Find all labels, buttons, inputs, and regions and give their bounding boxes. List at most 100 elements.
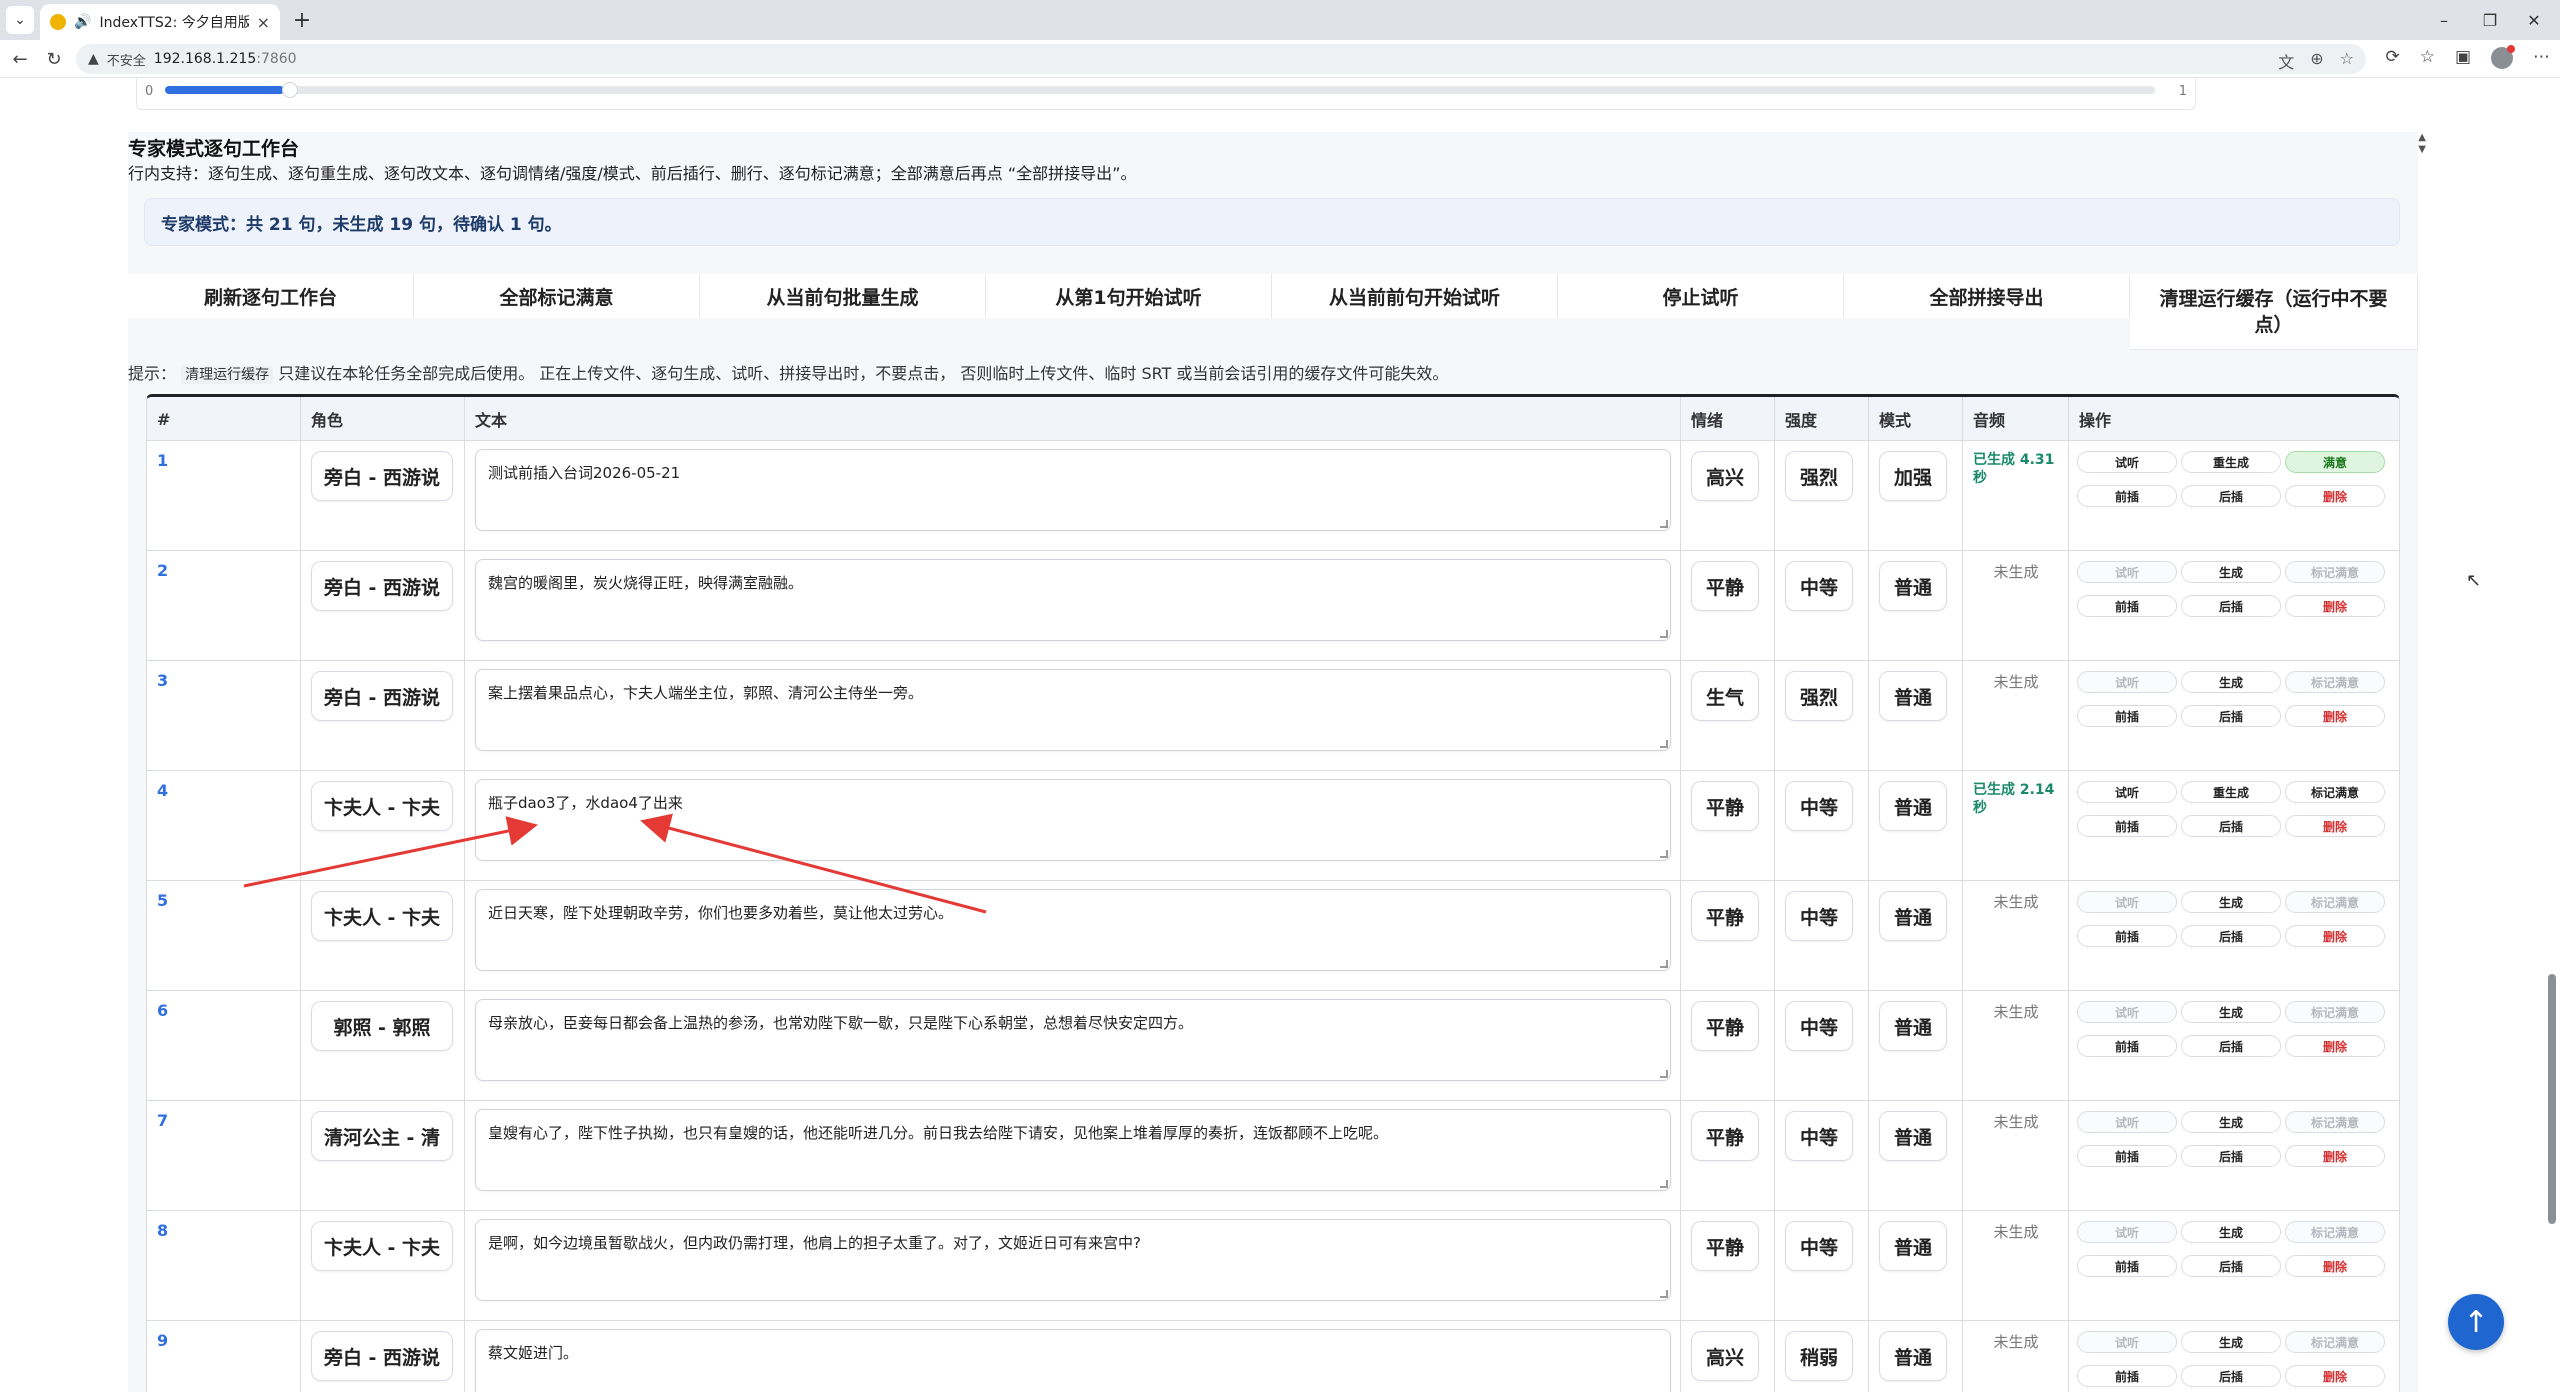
insert-before-button[interactable]: 前插 <box>2077 595 2177 617</box>
more-menu-icon[interactable]: ⋯ <box>2533 47 2550 69</box>
role-selector[interactable]: 旁白 - 西游说 <box>311 561 453 611</box>
delete-button[interactable]: 删除 <box>2285 815 2385 837</box>
emotion-selector[interactable]: 平静 <box>1691 1221 1759 1271</box>
generate-button[interactable]: 生成 <box>2181 1221 2281 1243</box>
delete-button[interactable]: 删除 <box>2285 595 2385 617</box>
preview-button[interactable]: 试听 <box>2077 1331 2177 1353</box>
delete-button[interactable]: 删除 <box>2285 1365 2385 1387</box>
sentence-textarea[interactable]: 魏宫的暖阁里，炭火烧得正旺，映得满室融融。 <box>475 559 1671 641</box>
sentence-textarea[interactable]: 是啊，如今边境虽暂歇战火，但内政仍需打理，他肩上的担子太重了。对了，文姬近日可有… <box>475 1219 1671 1301</box>
insert-after-button[interactable]: 后插 <box>2181 925 2281 947</box>
intensity-selector[interactable]: 强烈 <box>1785 671 1853 721</box>
panel-scroll-arrows-icon[interactable]: ▲ ▼ <box>2418 132 2426 156</box>
progress-track[interactable] <box>165 82 2155 98</box>
close-tab-icon[interactable]: × <box>257 13 270 32</box>
insert-before-button[interactable]: 前插 <box>2077 1255 2177 1277</box>
preview-from-current-button[interactable]: 从当前前句开始试听 <box>1272 274 1558 318</box>
mode-selector[interactable]: 普通 <box>1879 781 1947 831</box>
role-selector[interactable]: 卞夫人 - 卞夫 <box>311 781 453 831</box>
insert-before-button[interactable]: 前插 <box>2077 815 2177 837</box>
emotion-selector[interactable]: 平静 <box>1691 781 1759 831</box>
new-tab-plus-icon[interactable]: + <box>288 6 316 34</box>
role-selector[interactable]: 卞夫人 - 卞夫 <box>311 1221 453 1271</box>
generate-button[interactable]: 生成 <box>2181 1111 2281 1133</box>
generate-button[interactable]: 生成 <box>2181 561 2281 583</box>
insert-before-button[interactable]: 前插 <box>2077 705 2177 727</box>
preview-button[interactable]: 试听 <box>2077 671 2177 693</box>
generate-button[interactable]: 生成 <box>2181 671 2281 693</box>
preview-button[interactable]: 试听 <box>2077 1221 2177 1243</box>
mode-selector[interactable]: 普通 <box>1879 671 1947 721</box>
sentence-textarea[interactable]: 测试前插入台词2026-05-21 <box>475 449 1671 531</box>
resize-grip-icon[interactable] <box>1660 1070 1668 1078</box>
delete-button[interactable]: 删除 <box>2285 1145 2385 1167</box>
batch-generate-from-current-button[interactable]: 从当前句批量生成 <box>700 274 986 318</box>
scrollbar-thumb[interactable] <box>2548 974 2556 1224</box>
extension-icon[interactable]: ⟳ <box>2385 47 2399 69</box>
export-all-button[interactable]: 全部拼接导出 <box>1844 274 2130 318</box>
mode-selector[interactable]: 普通 <box>1879 891 1947 941</box>
emotion-selector[interactable]: 平静 <box>1691 1001 1759 1051</box>
refresh-workbench-button[interactable]: 刷新逐句工作台 <box>128 274 414 318</box>
resize-grip-icon[interactable] <box>1660 740 1668 748</box>
delete-button[interactable]: 删除 <box>2285 1255 2385 1277</box>
favorites-icon[interactable]: ☆ <box>2420 47 2435 69</box>
preview-button[interactable]: 试听 <box>2077 451 2177 473</box>
intensity-selector[interactable]: 中等 <box>1785 781 1853 831</box>
preview-button[interactable]: 试听 <box>2077 561 2177 583</box>
sentence-textarea[interactable]: 近日天寒，陛下处理朝政辛劳，你们也要多劝着些，莫让他太过劳心。 <box>475 889 1671 971</box>
satisfied-button[interactable]: 标记满意 <box>2285 1111 2385 1133</box>
satisfied-button[interactable]: 标记满意 <box>2285 1331 2385 1353</box>
delete-button[interactable]: 删除 <box>2285 925 2385 947</box>
page-scrollbar[interactable] <box>2544 78 2560 1392</box>
satisfied-button[interactable]: 标记满意 <box>2285 1221 2385 1243</box>
insert-after-button[interactable]: 后插 <box>2181 1145 2281 1167</box>
window-close-icon[interactable]: ✕ <box>2514 6 2554 34</box>
generate-button[interactable]: 重生成 <box>2181 781 2281 803</box>
emotion-selector[interactable]: 生气 <box>1691 671 1759 721</box>
role-selector[interactable]: 旁白 - 西游说 <box>311 671 453 721</box>
resize-grip-icon[interactable] <box>1660 630 1668 638</box>
sentence-textarea[interactable]: 蔡文姬进门。 <box>475 1329 1671 1392</box>
clear-runtime-cache-button[interactable]: 清理运行缓存（运行中不要点） <box>2130 274 2418 350</box>
mode-selector[interactable]: 普通 <box>1879 1111 1947 1161</box>
resize-grip-icon[interactable] <box>1660 850 1668 858</box>
insert-after-button[interactable]: 后插 <box>2181 1035 2281 1057</box>
back-arrow-icon[interactable]: ← <box>6 45 34 73</box>
emotion-selector[interactable]: 平静 <box>1691 561 1759 611</box>
insert-after-button[interactable]: 后插 <box>2181 705 2281 727</box>
role-selector[interactable]: 郭照 - 郭照 <box>311 1001 453 1051</box>
mode-selector[interactable]: 加强 <box>1879 451 1947 501</box>
intensity-selector[interactable]: 稍弱 <box>1785 1331 1853 1381</box>
address-input[interactable]: ▲ 不安全 192.168.1.215:7860 文 ⊕ ☆ <box>76 44 2366 74</box>
insert-before-button[interactable]: 前插 <box>2077 1365 2177 1387</box>
zoom-icon[interactable]: ⊕ <box>2310 49 2323 73</box>
insert-after-button[interactable]: 后插 <box>2181 1365 2281 1387</box>
intensity-selector[interactable]: 中等 <box>1785 1111 1853 1161</box>
role-selector[interactable]: 清河公主 - 清 <box>311 1111 453 1161</box>
progress-slider[interactable]: 0 1 <box>136 78 2196 110</box>
satisfied-button[interactable]: 标记满意 <box>2285 891 2385 913</box>
sentence-textarea[interactable]: 皇嫂有心了，陛下性子执拗，也只有皇嫂的话，他还能听进几分。前日我去给陛下请安，见… <box>475 1109 1671 1191</box>
resize-grip-icon[interactable] <box>1660 960 1668 968</box>
stop-preview-button[interactable]: 停止试听 <box>1558 274 1844 318</box>
insert-after-button[interactable]: 后插 <box>2181 815 2281 837</box>
satisfied-button[interactable]: 标记满意 <box>2285 1001 2385 1023</box>
restore-icon[interactable]: ❐ <box>2470 6 2510 34</box>
insert-before-button[interactable]: 前插 <box>2077 485 2177 507</box>
delete-button[interactable]: 删除 <box>2285 1035 2385 1057</box>
resize-grip-icon[interactable] <box>1660 1180 1668 1188</box>
mark-all-satisfied-button[interactable]: 全部标记满意 <box>414 274 700 318</box>
insert-before-button[interactable]: 前插 <box>2077 925 2177 947</box>
mode-selector[interactable]: 普通 <box>1879 1221 1947 1271</box>
preview-from-first-button[interactable]: 从第1句开始试听 <box>986 274 1272 318</box>
intensity-selector[interactable]: 中等 <box>1785 891 1853 941</box>
preview-button[interactable]: 试听 <box>2077 891 2177 913</box>
intensity-selector[interactable]: 强烈 <box>1785 451 1853 501</box>
minimize-icon[interactable]: – <box>2424 6 2464 34</box>
emotion-selector[interactable]: 高兴 <box>1691 1331 1759 1381</box>
intensity-selector[interactable]: 中等 <box>1785 1001 1853 1051</box>
delete-button[interactable]: 删除 <box>2285 705 2385 727</box>
role-selector[interactable]: 旁白 - 西游说 <box>311 451 453 501</box>
mode-selector[interactable]: 普通 <box>1879 1331 1947 1381</box>
